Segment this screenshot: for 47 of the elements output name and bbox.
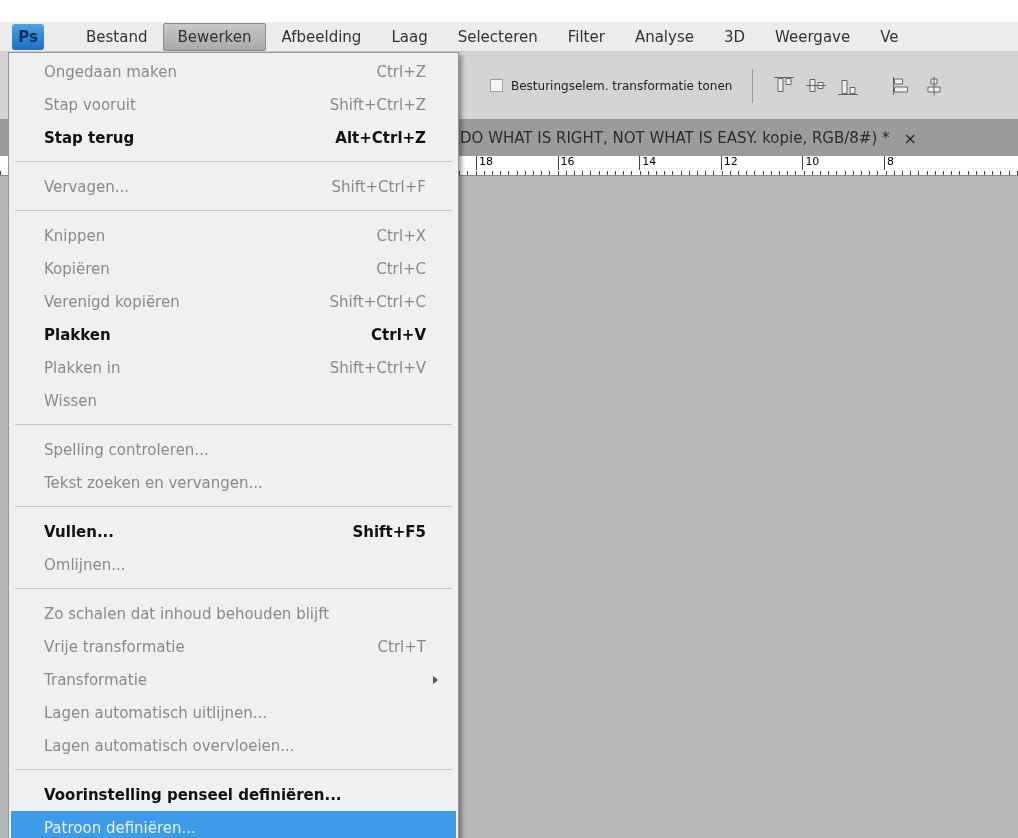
shortcut-text: Alt+Ctrl+Z [335, 128, 426, 147]
shortcut-text: Shift+Ctrl+C [329, 292, 426, 311]
menu-bar-item[interactable]: 3D [709, 22, 760, 51]
menu-bar-item[interactable]: Afbeelding [267, 22, 376, 51]
menu-bar-item[interactable]: Selecteren [443, 22, 552, 51]
shortcut-text: Shift+Ctrl+V [329, 358, 426, 377]
close-icon[interactable]: × [903, 128, 917, 148]
shortcut-text: Ctrl+X [376, 226, 426, 245]
menu-item[interactable]: Transformatie [11, 663, 456, 696]
menu-item[interactable]: Stap terug Alt+Ctrl+Z [11, 121, 456, 154]
menu-bar-item[interactable]: Bewerken [163, 22, 266, 51]
menu-item[interactable]: Vrije transformatie Ctrl+T [11, 630, 456, 663]
shortcut-text: Shift+Ctrl+Z [329, 95, 426, 114]
menu-item[interactable]: Zo schalen dat inhoud behouden blijft [11, 597, 456, 630]
menu-item[interactable]: Tekst zoeken en vervangen... [11, 466, 456, 499]
menu-item[interactable]: Ongedaan maken Ctrl+Z [11, 55, 456, 88]
checkbox-label: Besturingselem. transformatie tonen [511, 78, 733, 93]
menu-item[interactable]: Wissen [11, 384, 456, 417]
checkbox[interactable] [490, 79, 503, 92]
document-tab-title[interactable]: DO WHAT IS RIGHT, NOT WHAT IS EASY. kopie, RGB/8#) * [460, 129, 890, 147]
menu-bar-item[interactable]: Filter [553, 22, 619, 51]
shortcut-text: Ctrl+Z [376, 62, 426, 81]
shortcut-text: Ctrl+V [371, 325, 426, 344]
menu-item[interactable]: Plakken Ctrl+V [11, 318, 456, 351]
menu-bar-item[interactable]: Weergave [761, 22, 865, 51]
shortcut-text: Ctrl+T [377, 637, 426, 656]
menu-item[interactable]: Lagen automatisch overvloeien... [11, 729, 456, 762]
shortcut-text: Ctrl+C [376, 259, 426, 278]
menu-item[interactable]: Kopiëren Ctrl+C [11, 252, 456, 285]
menu-item[interactable]: Verenigd kopiëren Shift+Ctrl+C [11, 285, 456, 318]
menu-bar-item[interactable]: Analyse [620, 22, 708, 51]
menu-item[interactable]: Vullen... Shift+F5 [11, 515, 456, 548]
app-logo: Ps [12, 23, 44, 50]
menu-item[interactable]: Stap vooruit Shift+Ctrl+Z [11, 88, 456, 121]
menu-bar-item[interactable]: Laag [377, 22, 442, 51]
menu-item[interactable]: Plakken in Shift+Ctrl+V [11, 351, 456, 384]
menu-bar-item[interactable]: Ve [866, 22, 913, 51]
menu-item[interactable]: Knippen Ctrl+X [11, 219, 456, 252]
shortcut-text: Shift+Ctrl+F [331, 177, 426, 196]
menu-item[interactable]: Voorinstelling penseel definiëren... [11, 778, 456, 811]
menu-bar-item[interactable]: Bestand [72, 22, 162, 51]
shortcut-text: Shift+F5 [352, 522, 426, 541]
menu-item[interactable]: Spelling controleren... [11, 433, 456, 466]
menu-item[interactable]: Omlijnen... [11, 548, 456, 581]
menu-item[interactable]: Patroon definiëren... [11, 811, 456, 838]
menu-item[interactable]: Lagen automatisch uitlijnen... [11, 696, 456, 729]
menu-item[interactable]: Vervagen... Shift+Ctrl+F [11, 170, 456, 203]
